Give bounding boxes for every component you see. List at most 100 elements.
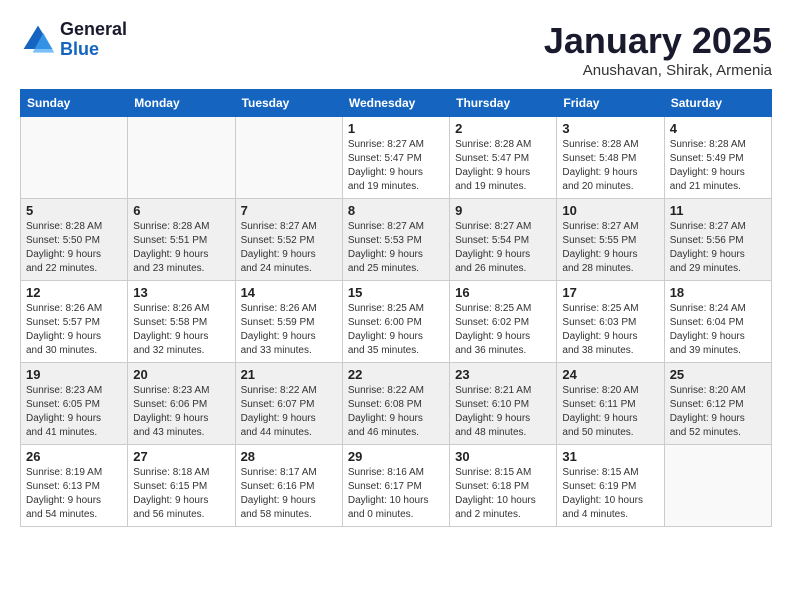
page-header: General Blue January 2025 Anushavan, Shi… [20, 20, 772, 79]
day-number: 10 [562, 203, 658, 218]
day-info: Sunrise: 8:16 AM Sunset: 6:17 PM Dayligh… [348, 466, 444, 522]
day-info: Sunrise: 8:24 AM Sunset: 6:04 PM Dayligh… [670, 302, 766, 358]
day-number: 4 [670, 121, 766, 136]
day-number: 21 [241, 367, 337, 382]
calendar-cell: 22 Sunrise: 8:22 AM Sunset: 6:08 PM Dayli… [342, 363, 449, 445]
day-number: 30 [455, 449, 551, 464]
calendar-cell: 15 Sunrise: 8:25 AM Sunset: 6:00 PM Dayli… [342, 281, 449, 363]
day-info: Sunrise: 8:18 AM Sunset: 6:15 PM Dayligh… [133, 466, 229, 522]
day-number: 26 [26, 449, 122, 464]
calendar-cell: 16 Sunrise: 8:25 AM Sunset: 6:02 PM Dayli… [450, 281, 557, 363]
calendar-cell: 4Sunrise: 8:28 AM Sunset: 5:49 PM Daylig… [664, 117, 771, 199]
logo: General Blue [20, 20, 127, 60]
calendar-cell [128, 117, 235, 199]
day-number: 23 [455, 367, 551, 382]
day-info: Sunrise: 8:25 AM Sunset: 6:03 PM Dayligh… [562, 302, 658, 358]
day-number: 16 [455, 285, 551, 300]
calendar-cell: 10 Sunrise: 8:27 AM Sunset: 5:55 PM Dayli… [557, 199, 664, 281]
weekday-header-thursday: Thursday [450, 90, 557, 117]
day-info: Sunrise: 8:27 AM Sunset: 5:56 PM Dayligh… [670, 220, 766, 276]
weekday-header-wednesday: Wednesday [342, 90, 449, 117]
calendar-week-row: 12Sunrise: 8:26 AM Sunset: 5:57 PM Dayli… [21, 281, 772, 363]
calendar-cell: 26Sunrise: 8:19 AM Sunset: 6:13 PM Dayli… [21, 445, 128, 527]
day-number: 9 [455, 203, 551, 218]
day-info: Sunrise: 8:23 AM Sunset: 6:06 PM Dayligh… [133, 384, 229, 440]
day-info: Sunrise: 8:23 AM Sunset: 6:05 PM Dayligh… [26, 384, 122, 440]
calendar-cell: 29 Sunrise: 8:16 AM Sunset: 6:17 PM Dayli… [342, 445, 449, 527]
calendar-cell: 18 Sunrise: 8:24 AM Sunset: 6:04 PM Dayli… [664, 281, 771, 363]
day-number: 3 [562, 121, 658, 136]
day-info: Sunrise: 8:28 AM Sunset: 5:47 PM Dayligh… [455, 138, 551, 194]
calendar-cell: 25Sunrise: 8:20 AM Sunset: 6:12 PM Dayli… [664, 363, 771, 445]
day-number: 27 [133, 449, 229, 464]
calendar-cell: 23Sunrise: 8:21 AM Sunset: 6:10 PM Dayli… [450, 363, 557, 445]
day-info: Sunrise: 8:27 AM Sunset: 5:52 PM Dayligh… [241, 220, 337, 276]
day-number: 19 [26, 367, 122, 382]
day-number: 18 [670, 285, 766, 300]
weekday-header-sunday: Sunday [21, 90, 128, 117]
calendar-subtitle: Anushavan, Shirak, Armenia [544, 62, 772, 79]
day-number: 22 [348, 367, 444, 382]
calendar-title: January 2025 [544, 20, 772, 62]
calendar-cell: 7 Sunrise: 8:27 AM Sunset: 5:52 PM Daylig… [235, 199, 342, 281]
day-info: Sunrise: 8:17 AM Sunset: 6:16 PM Dayligh… [241, 466, 337, 522]
weekday-header-row: SundayMondayTuesdayWednesdayThursdayFrid… [21, 90, 772, 117]
day-number: 7 [241, 203, 337, 218]
calendar-cell: 5 Sunrise: 8:28 AM Sunset: 5:50 PM Daylig… [21, 199, 128, 281]
day-info: Sunrise: 8:15 AM Sunset: 6:18 PM Dayligh… [455, 466, 551, 522]
calendar-cell: 8 Sunrise: 8:27 AM Sunset: 5:53 PM Daylig… [342, 199, 449, 281]
day-number: 1 [348, 121, 444, 136]
day-info: Sunrise: 8:26 AM Sunset: 5:58 PM Dayligh… [133, 302, 229, 358]
calendar-cell: 30 Sunrise: 8:15 AM Sunset: 6:18 PM Dayli… [450, 445, 557, 527]
day-number: 15 [348, 285, 444, 300]
day-info: Sunrise: 8:26 AM Sunset: 5:59 PM Dayligh… [241, 302, 337, 358]
calendar-cell: 3 Sunrise: 8:28 AM Sunset: 5:48 PM Daylig… [557, 117, 664, 199]
day-info: Sunrise: 8:15 AM Sunset: 6:19 PM Dayligh… [562, 466, 658, 522]
day-info: Sunrise: 8:27 AM Sunset: 5:53 PM Dayligh… [348, 220, 444, 276]
day-number: 28 [241, 449, 337, 464]
day-info: Sunrise: 8:28 AM Sunset: 5:50 PM Dayligh… [26, 220, 122, 276]
calendar-week-row: 5 Sunrise: 8:28 AM Sunset: 5:50 PM Daylig… [21, 199, 772, 281]
calendar-cell [235, 117, 342, 199]
calendar-cell: 31Sunrise: 8:15 AM Sunset: 6:19 PM Dayli… [557, 445, 664, 527]
calendar-cell: 21 Sunrise: 8:22 AM Sunset: 6:07 PM Dayli… [235, 363, 342, 445]
day-info: Sunrise: 8:26 AM Sunset: 5:57 PM Dayligh… [26, 302, 122, 358]
day-info: Sunrise: 8:25 AM Sunset: 6:02 PM Dayligh… [455, 302, 551, 358]
day-info: Sunrise: 8:25 AM Sunset: 6:00 PM Dayligh… [348, 302, 444, 358]
weekday-header-tuesday: Tuesday [235, 90, 342, 117]
calendar-cell: 24Sunrise: 8:20 AM Sunset: 6:11 PM Dayli… [557, 363, 664, 445]
day-info: Sunrise: 8:28 AM Sunset: 5:48 PM Dayligh… [562, 138, 658, 194]
calendar-cell: 11Sunrise: 8:27 AM Sunset: 5:56 PM Dayli… [664, 199, 771, 281]
day-number: 8 [348, 203, 444, 218]
calendar-week-row: 26Sunrise: 8:19 AM Sunset: 6:13 PM Dayli… [21, 445, 772, 527]
calendar-cell: 9 Sunrise: 8:27 AM Sunset: 5:54 PM Daylig… [450, 199, 557, 281]
calendar-cell: 27 Sunrise: 8:18 AM Sunset: 6:15 PM Dayli… [128, 445, 235, 527]
weekday-header-friday: Friday [557, 90, 664, 117]
calendar-cell: 28 Sunrise: 8:17 AM Sunset: 6:16 PM Dayli… [235, 445, 342, 527]
calendar-cell: 20 Sunrise: 8:23 AM Sunset: 6:06 PM Dayli… [128, 363, 235, 445]
logo-text: General Blue [60, 20, 127, 60]
calendar-cell: 13 Sunrise: 8:26 AM Sunset: 5:58 PM Dayli… [128, 281, 235, 363]
day-number: 2 [455, 121, 551, 136]
logo-icon [20, 22, 56, 58]
day-info: Sunrise: 8:27 AM Sunset: 5:55 PM Dayligh… [562, 220, 658, 276]
calendar-cell: 17 Sunrise: 8:25 AM Sunset: 6:03 PM Dayli… [557, 281, 664, 363]
logo-line1: General [60, 20, 127, 40]
day-number: 29 [348, 449, 444, 464]
day-info: Sunrise: 8:27 AM Sunset: 5:54 PM Dayligh… [455, 220, 551, 276]
calendar-week-row: 1Sunrise: 8:27 AM Sunset: 5:47 PM Daylig… [21, 117, 772, 199]
day-info: Sunrise: 8:22 AM Sunset: 6:08 PM Dayligh… [348, 384, 444, 440]
day-number: 20 [133, 367, 229, 382]
calendar-week-row: 19 Sunrise: 8:23 AM Sunset: 6:05 PM Dayli… [21, 363, 772, 445]
day-info: Sunrise: 8:22 AM Sunset: 6:07 PM Dayligh… [241, 384, 337, 440]
calendar-cell: 14 Sunrise: 8:26 AM Sunset: 5:59 PM Dayli… [235, 281, 342, 363]
day-number: 13 [133, 285, 229, 300]
calendar-cell [664, 445, 771, 527]
calendar-table: SundayMondayTuesdayWednesdayThursdayFrid… [20, 89, 772, 527]
weekday-header-monday: Monday [128, 90, 235, 117]
calendar-cell: 6Sunrise: 8:28 AM Sunset: 5:51 PM Daylig… [128, 199, 235, 281]
day-number: 25 [670, 367, 766, 382]
day-number: 5 [26, 203, 122, 218]
day-number: 14 [241, 285, 337, 300]
day-number: 17 [562, 285, 658, 300]
